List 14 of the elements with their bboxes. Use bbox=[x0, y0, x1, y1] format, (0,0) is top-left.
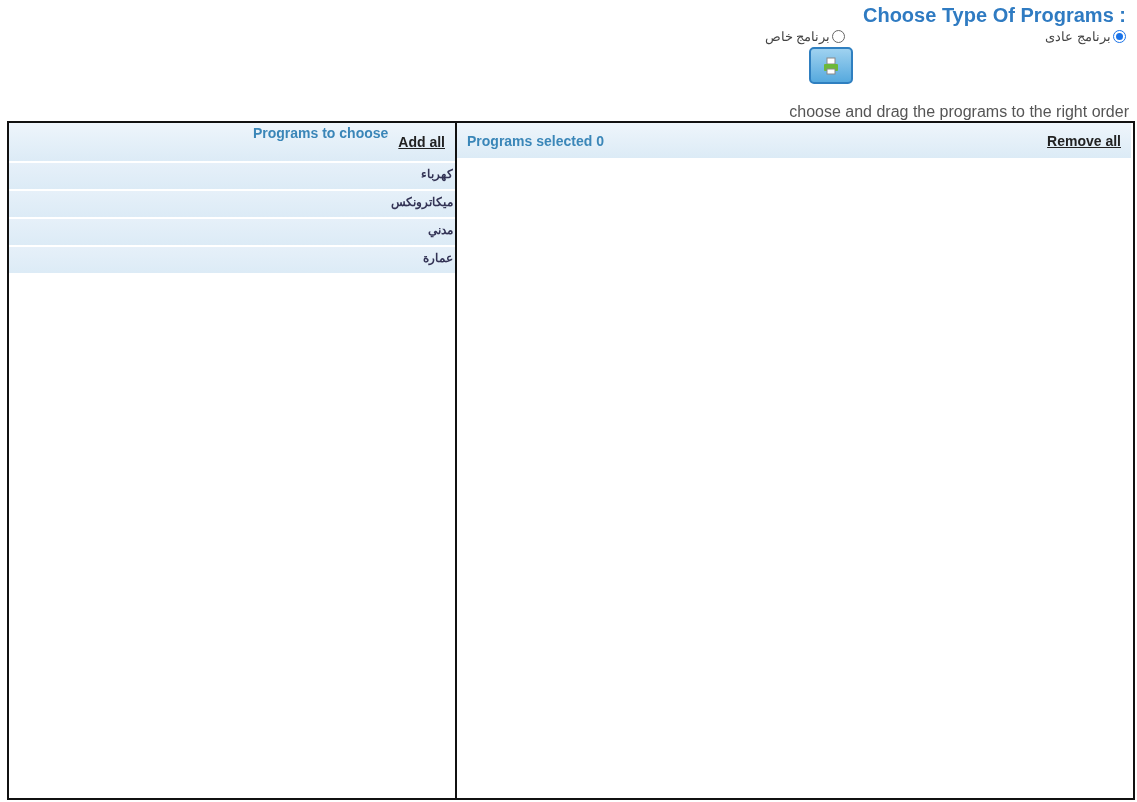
panel-heading: Programs selected 0 bbox=[467, 132, 604, 149]
remove-all-link[interactable]: Remove all bbox=[1047, 132, 1121, 149]
program-item[interactable]: عمارة bbox=[9, 247, 455, 273]
instruction-text: choose and drag the programs to the right order bbox=[789, 103, 1129, 121]
printer-icon bbox=[823, 56, 839, 75]
panel-heading: Programs to choose bbox=[252, 125, 389, 141]
print-button[interactable] bbox=[809, 47, 853, 84]
program-item[interactable]: ميكاترونكس bbox=[9, 191, 455, 217]
page-title: Choose Type Of Programs : bbox=[863, 4, 1126, 27]
program-type-radio[interactable]: برنامج عادى bbox=[1045, 29, 1126, 44]
program-item[interactable]: كهرباء bbox=[9, 163, 455, 189]
add-all-link[interactable]: Add all bbox=[398, 134, 445, 150]
program-type-radio[interactable]: برنامج خاص bbox=[764, 29, 846, 44]
program-item[interactable]: مدني bbox=[9, 219, 455, 245]
